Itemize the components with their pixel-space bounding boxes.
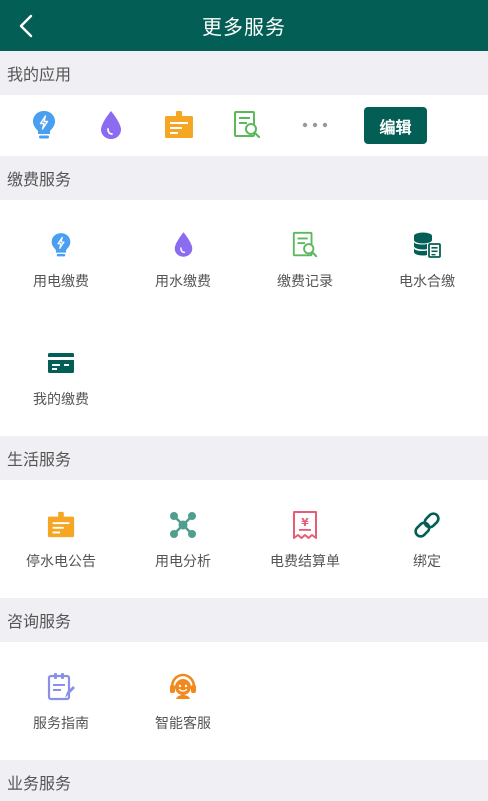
service-item-outage-notice[interactable]: 停水电公告 <box>0 480 122 598</box>
service-item-my-payments[interactable]: 我的缴费 <box>0 318 122 436</box>
edit-button[interactable]: 编辑 <box>364 107 427 144</box>
water-drop-icon <box>101 111 121 139</box>
service-item-label: 电水合缴 <box>399 273 455 290</box>
my-apps-bar: 编辑 <box>0 95 488 156</box>
quick-app-notice[interactable] <box>159 105 199 145</box>
service-item-label: 用电分析 <box>155 553 211 570</box>
service-item-service-guide[interactable]: 服务指南 <box>0 642 122 760</box>
service-item-usage-analysis[interactable]: 用电分析 <box>122 480 244 598</box>
service-item-water-payment[interactable]: 用水缴费 <box>122 200 244 318</box>
service-item-label: 绑定 <box>413 553 441 570</box>
receipt-yen-icon: ¥ <box>293 510 317 539</box>
record-search-icon <box>234 111 261 139</box>
record-search-icon <box>292 231 318 257</box>
quick-app-electricity[interactable] <box>24 105 64 145</box>
link-icon <box>414 511 440 538</box>
service-item-bill-statement[interactable]: ¥ 电费结算单 <box>244 480 366 598</box>
section-title-life: 生活服务 <box>0 436 488 480</box>
service-item-label: 服务指南 <box>33 715 89 732</box>
service-item-label: 智能客服 <box>155 715 211 732</box>
service-item-electricity-payment[interactable]: 用电缴费 <box>0 200 122 318</box>
back-button[interactable] <box>10 8 42 44</box>
notice-board-icon <box>165 111 193 138</box>
payment-grid: 用电缴费 用水缴费 缴费记录 电水合缴 我的缴费 <box>0 200 488 436</box>
section-title-business: 业务服务 <box>0 760 488 801</box>
notice-board-icon <box>47 511 75 537</box>
life-grid: 停水电公告 用电分析 ¥ 电费结算单 绑定 <box>0 480 488 598</box>
section-title-my-apps: 我的应用 <box>0 51 488 95</box>
water-drop-icon <box>174 232 192 257</box>
page-title: 更多服务 <box>202 15 286 39</box>
headset-agent-icon <box>170 673 196 699</box>
card-icon <box>48 352 74 373</box>
service-item-label: 用电缴费 <box>33 273 89 290</box>
bulb-icon <box>33 111 55 139</box>
app-header: 更多服务 <box>0 0 488 51</box>
chevron-left-icon <box>19 14 33 38</box>
consult-grid: 服务指南 智能客服 <box>0 642 488 760</box>
quick-app-records[interactable] <box>227 105 267 145</box>
section-title-consult: 咨询服务 <box>0 598 488 642</box>
service-item-payment-records[interactable]: 缴费记录 <box>244 200 366 318</box>
service-item-bind[interactable]: 绑定 <box>366 480 488 598</box>
service-item-label: 电费结算单 <box>270 553 340 570</box>
coin-stack-icon <box>414 232 441 258</box>
service-item-label: 停水电公告 <box>26 553 96 570</box>
quick-app-water[interactable] <box>91 105 131 145</box>
svg-text:¥: ¥ <box>301 516 309 529</box>
service-item-smart-support[interactable]: 智能客服 <box>122 642 244 760</box>
service-item-combined-payment[interactable]: 电水合缴 <box>366 200 488 318</box>
service-item-label: 缴费记录 <box>277 273 333 290</box>
network-icon <box>170 511 196 538</box>
bulb-icon <box>51 232 71 256</box>
section-title-payment: 缴费服务 <box>0 156 488 200</box>
service-item-label: 用水缴费 <box>155 273 211 290</box>
quick-app-more[interactable] <box>295 105 335 145</box>
more-dots-icon <box>302 122 328 128</box>
service-item-label: 我的缴费 <box>33 391 89 408</box>
guide-edit-icon <box>47 672 75 700</box>
